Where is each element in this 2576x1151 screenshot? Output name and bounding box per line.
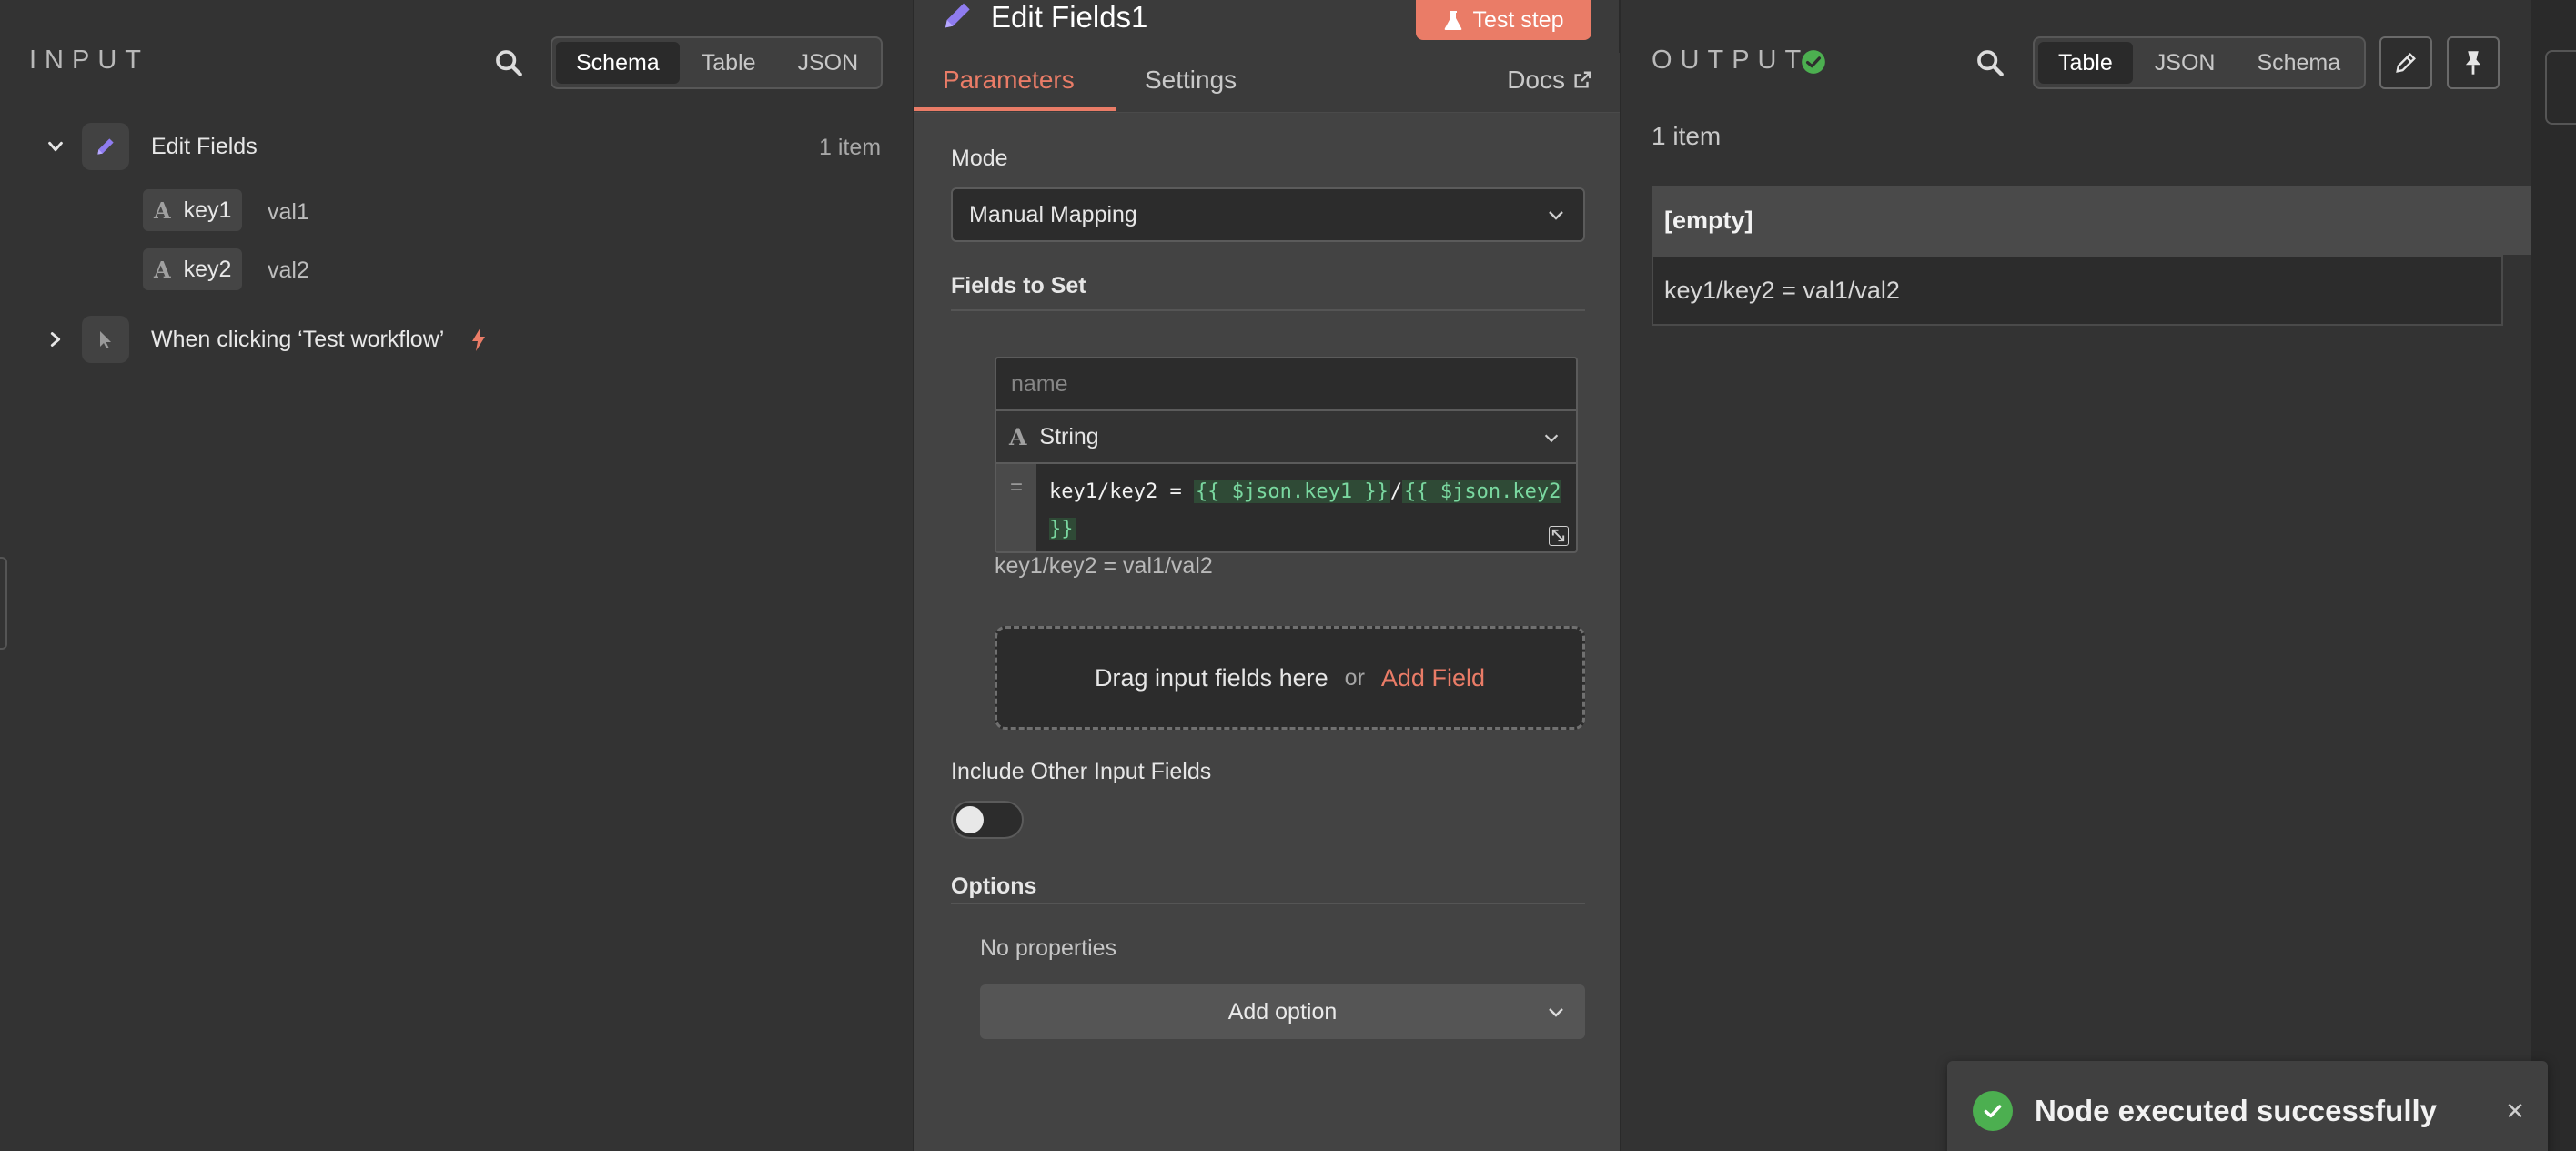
panel-resize-handle[interactable] xyxy=(0,557,7,650)
output-panel: OUTPUT Table JSON Schema 1 item xyxy=(1621,0,2531,1151)
pencil-icon xyxy=(945,3,970,28)
tree-node-label: Edit Fields xyxy=(151,133,258,159)
test-step-button[interactable]: Test step xyxy=(1416,0,1591,40)
item-count: 1 item xyxy=(819,135,882,160)
no-properties-text: No properties xyxy=(980,935,1117,961)
assignment-field: name A String = key1/key2 = {{ $json.key… xyxy=(995,357,1578,553)
output-title: OUTPUT xyxy=(1652,45,1810,75)
string-type-icon: A xyxy=(1009,423,1027,450)
add-option-label: Add option xyxy=(1227,998,1338,1025)
options-label: Options xyxy=(951,873,1037,899)
expression-result: key1/key2 = val1/val2 xyxy=(995,553,1213,579)
field-name: key2 xyxy=(183,256,232,282)
mode-select[interactable]: Manual Mapping xyxy=(951,187,1585,242)
output-items-count: 1 item xyxy=(1652,122,1722,150)
string-type-icon: A xyxy=(154,197,171,224)
output-table: [empty] key1/key2 = val1/val2 xyxy=(1652,186,2532,326)
mode-value: Manual Mapping xyxy=(969,201,1137,227)
tree-node-trigger[interactable]: When clicking ‘Test workflow’ xyxy=(40,316,490,363)
param-tabs: Parameters Settings Docs xyxy=(914,53,1620,113)
chevron-down-icon[interactable] xyxy=(40,131,71,162)
fields-to-set-label: Fields to Set xyxy=(951,273,1086,298)
table-cell[interactable]: key1/key2 = val1/val2 xyxy=(1652,255,2503,326)
add-option-select[interactable]: Add option xyxy=(980,984,1585,1039)
test-step-label: Test step xyxy=(1472,6,1564,33)
schema-field-key2[interactable]: A key2 xyxy=(143,248,243,290)
assignment-name-input[interactable]: name xyxy=(996,358,1576,411)
table-header: [empty] xyxy=(1652,186,2532,255)
tab-settings[interactable]: Settings xyxy=(1145,66,1237,95)
mode-label: Mode xyxy=(951,146,1008,171)
assignment-type-select[interactable]: A String xyxy=(996,411,1576,464)
input-title: INPUT xyxy=(29,45,149,75)
tree-node-label: When clicking ‘Test workflow’ xyxy=(151,326,445,352)
canvas-edge-button[interactable] xyxy=(2545,50,2576,125)
string-type-icon: A xyxy=(154,256,171,283)
flask-icon xyxy=(1445,11,1462,30)
docs-label: Docs xyxy=(1507,66,1565,94)
chevron-right-icon[interactable] xyxy=(40,324,71,355)
toggle-knob xyxy=(956,806,984,833)
output-view-switcher: Table JSON Schema xyxy=(2033,36,2366,89)
input-view-table[interactable]: Table xyxy=(682,42,776,84)
output-view-table[interactable]: Table xyxy=(2038,42,2133,84)
field-name: key1 xyxy=(183,197,232,223)
field-value: val2 xyxy=(268,257,309,283)
schema-field-key1[interactable]: A key1 xyxy=(143,189,243,231)
chevron-down-icon xyxy=(1544,434,1559,443)
section-divider xyxy=(951,903,1585,904)
parameter-body: Mode Manual Mapping Fields to Set name A… xyxy=(914,113,1620,1151)
search-icon[interactable] xyxy=(493,47,524,78)
node-title[interactable]: Edit Fields1 xyxy=(991,0,1147,35)
close-icon[interactable]: × xyxy=(2506,1094,2524,1129)
field-value: val1 xyxy=(268,199,309,225)
pin-data-button[interactable] xyxy=(2447,36,2500,89)
active-tab-indicator xyxy=(914,107,1116,111)
check-circle-icon xyxy=(1802,50,1825,74)
pencil-icon xyxy=(82,123,129,170)
include-other-fields-label: Include Other Input Fields xyxy=(951,759,1212,784)
canvas-edge xyxy=(2531,0,2576,1151)
output-view-schema[interactable]: Schema xyxy=(2237,42,2360,84)
expr-token: {{ $json.key1 }} xyxy=(1193,480,1390,503)
pin-icon xyxy=(2465,51,2481,75)
input-panel: INPUT Schema Table JSON Edit Fields 1 it… xyxy=(0,0,913,1151)
expand-editor-icon[interactable] xyxy=(1549,526,1569,546)
parameter-panel: Edit Fields1 Test step Parameters Settin… xyxy=(913,0,1621,1151)
assignment-value-expression[interactable]: key1/key2 = {{ $json.key1 }}/{{ $json.ke… xyxy=(1036,464,1576,551)
add-field-button[interactable]: Add Field xyxy=(1381,664,1485,692)
expr-text: / xyxy=(1389,480,1403,503)
chevron-down-icon xyxy=(1549,211,1563,220)
chevron-down-icon xyxy=(1549,1008,1563,1017)
external-link-icon xyxy=(1574,71,1591,88)
input-view-schema[interactable]: Schema xyxy=(556,42,680,84)
tab-parameters[interactable]: Parameters xyxy=(943,66,1075,95)
include-other-fields-toggle[interactable] xyxy=(951,801,1024,839)
expression-equals-icon: = xyxy=(996,464,1036,551)
drop-or: or xyxy=(1344,664,1365,691)
success-toast: Node executed successfully × xyxy=(1947,1061,2548,1151)
cursor-icon xyxy=(82,316,129,363)
section-divider xyxy=(951,309,1585,311)
input-view-switcher: Schema Table JSON xyxy=(551,36,883,89)
tree-node-edit-fields[interactable]: Edit Fields xyxy=(40,123,258,170)
lightning-icon xyxy=(472,328,486,351)
expr-text: key1/key2 = xyxy=(1049,480,1194,503)
input-view-json[interactable]: JSON xyxy=(777,42,878,84)
drop-zone[interactable]: Drag input fields here or Add Field xyxy=(995,626,1585,730)
search-icon[interactable] xyxy=(1975,47,2005,78)
toast-message: Node executed successfully xyxy=(2035,1094,2438,1127)
output-view-json[interactable]: JSON xyxy=(2135,42,2236,84)
pencil-icon xyxy=(2396,53,2416,73)
assignment-type-value: String xyxy=(1039,423,1099,449)
drop-text: Drag input fields here xyxy=(1095,663,1328,692)
edit-output-button[interactable] xyxy=(2379,36,2432,89)
check-circle-icon xyxy=(1973,1091,2013,1131)
docs-link[interactable]: Docs xyxy=(1507,66,1592,95)
